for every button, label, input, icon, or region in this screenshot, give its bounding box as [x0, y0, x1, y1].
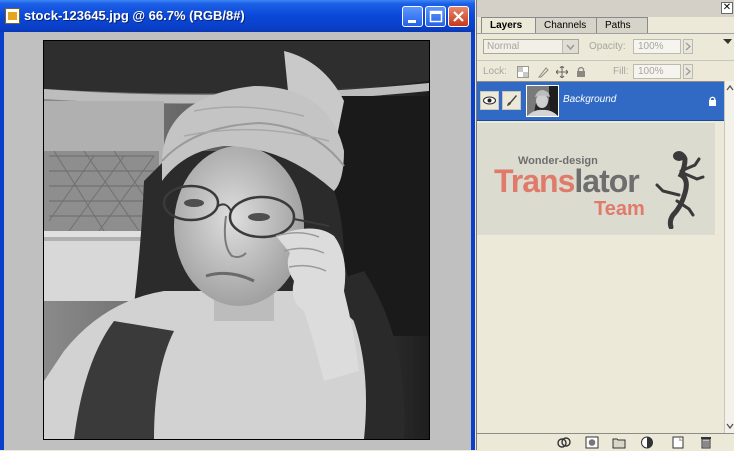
opacity-slider-button[interactable] — [683, 39, 693, 54]
scroll-down-icon[interactable] — [725, 419, 734, 433]
logo-line-team: Team — [594, 198, 645, 220]
palette-header[interactable]: ✕ — [477, 0, 734, 17]
opacity-label: Opacity: — [589, 41, 626, 52]
tab-layers[interactable]: Layers — [481, 17, 536, 34]
add-mask-icon[interactable] — [585, 436, 599, 449]
grayscale-photo — [44, 41, 429, 439]
lock-transparency-icon[interactable] — [517, 66, 529, 78]
logo-lator-text: lator — [574, 163, 639, 199]
document-image[interactable] — [43, 40, 430, 440]
canvas-area[interactable] — [4, 32, 471, 450]
fill-label: Fill: — [613, 66, 629, 77]
palette-bottom-bar — [477, 433, 734, 451]
document-title: stock-123645.jpg @ 66.7% (RGB/8#) — [24, 8, 245, 23]
layers-scrollbar[interactable] — [724, 81, 734, 433]
document-window: stock-123645.jpg @ 66.7% (RGB/8#) — [0, 0, 475, 450]
lock-fill-row: Lock: Fill: 100% — [477, 60, 734, 82]
fill-slider-button[interactable] — [683, 64, 693, 79]
lock-label: Lock: — [483, 66, 507, 77]
new-layer-icon[interactable] — [671, 436, 685, 449]
layers-list: Background Wonder-design Translator Team — [477, 81, 724, 434]
scroll-up-icon[interactable] — [725, 81, 734, 95]
new-group-icon[interactable] — [612, 436, 626, 449]
eye-icon — [483, 96, 496, 105]
brush-icon — [507, 95, 517, 106]
document-title-bar[interactable]: stock-123645.jpg @ 66.7% (RGB/8#) — [0, 0, 475, 32]
adjustment-layer-icon[interactable] — [640, 436, 654, 449]
palette-tabs: Layers Channels Paths — [481, 17, 733, 44]
lock-position-move-icon[interactable] — [556, 66, 568, 78]
layer-link-toggle[interactable] — [502, 91, 521, 110]
minimize-button[interactable] — [402, 6, 423, 27]
tab-paths[interactable]: Paths — [596, 17, 648, 33]
opacity-input[interactable]: 100% — [633, 39, 681, 54]
layer-thumbnail-image — [527, 86, 558, 116]
chevron-right-icon — [685, 67, 691, 76]
lock-image-brush-icon[interactable] — [537, 66, 549, 78]
chevron-down-icon — [562, 40, 578, 53]
watermark-logo: Wonder-design Translator Team — [477, 123, 715, 235]
layers-palette: ✕ Layers Channels Paths Normal Opacity: … — [476, 0, 734, 451]
layer-visibility-toggle[interactable] — [480, 91, 499, 110]
logo-trans-text: Trans — [494, 163, 575, 199]
close-icon — [453, 11, 464, 22]
logo-line-translator: Translator — [494, 163, 640, 200]
palette-close-button[interactable]: ✕ — [721, 2, 733, 14]
close-button[interactable] — [448, 6, 469, 27]
link-layers-icon[interactable] — [557, 436, 571, 449]
fill-input[interactable]: 100% — [633, 64, 681, 79]
tab-channels[interactable]: Channels — [535, 17, 597, 33]
chevron-right-icon — [685, 42, 691, 51]
blend-mode-value: Normal — [487, 41, 520, 52]
maximize-button[interactable] — [425, 6, 446, 27]
gecko-icon — [655, 151, 705, 229]
delete-layer-icon[interactable] — [699, 436, 713, 449]
layer-thumbnail[interactable] — [526, 85, 559, 117]
maximize-icon — [429, 10, 443, 23]
minimize-icon — [408, 20, 416, 23]
blend-opacity-row: Normal Opacity: 100% — [477, 33, 734, 61]
lock-icon — [709, 96, 716, 106]
layer-row-background[interactable]: Background — [477, 82, 724, 121]
layer-name[interactable]: Background — [563, 94, 616, 105]
photoshop-doc-icon — [5, 8, 20, 24]
lock-all-icon[interactable] — [575, 66, 587, 78]
blend-mode-select[interactable]: Normal — [483, 39, 579, 54]
